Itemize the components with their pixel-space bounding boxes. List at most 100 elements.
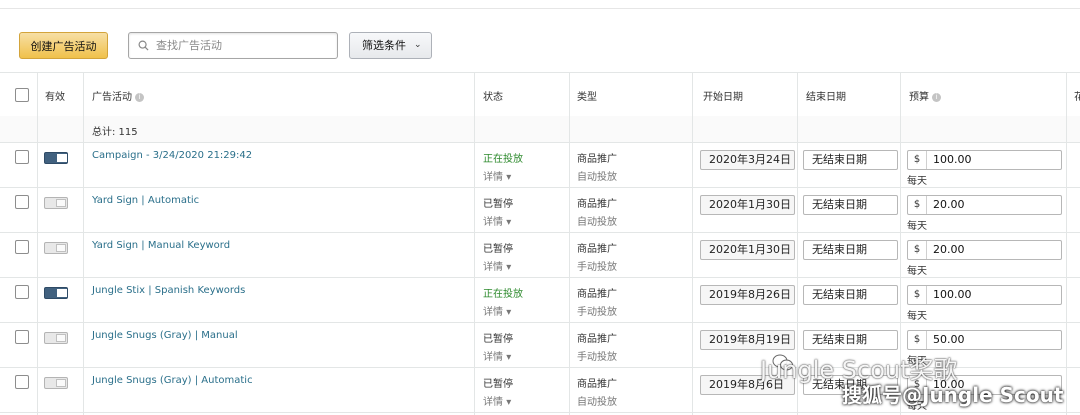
start-date-field[interactable]: 2019年8月19日: [700, 330, 795, 350]
details-dropdown[interactable]: 详情 ▾: [483, 213, 513, 228]
start-date-field[interactable]: 2020年1月30日: [700, 240, 795, 260]
create-campaign-button[interactable]: 创建广告活动: [19, 32, 108, 59]
details-dropdown[interactable]: 详情 ▾: [483, 348, 513, 363]
type-cell: 商品推广 手动投放: [577, 240, 617, 273]
toggle-knob: [56, 379, 66, 387]
filter-label: 筛选条件: [362, 39, 406, 52]
status-cell: 已暂停 详情 ▾: [483, 375, 513, 408]
row-checkbox[interactable]: [15, 285, 29, 299]
campaign-link[interactable]: Yard Sign | Automatic: [92, 195, 199, 206]
end-date-field[interactable]: 无结束日期: [803, 240, 898, 260]
status-cell: 正在投放 详情 ▾: [483, 150, 523, 183]
info-icon[interactable]: i: [932, 93, 941, 102]
toggle-knob: [56, 334, 66, 342]
type-cell: 商品推广 自动投放: [577, 375, 617, 408]
ad-type: 商品推广: [577, 334, 617, 345]
targeting-type: 自动投放: [577, 397, 617, 408]
col-overflow: 花: [1074, 92, 1080, 103]
top-strip: [0, 0, 1080, 9]
col-campaign[interactable]: 广告活动 i: [92, 88, 144, 103]
toggle-knob: [57, 289, 67, 297]
campaign-link[interactable]: Yard Sign | Manual Keyword: [92, 240, 230, 251]
campaign-search-input[interactable]: 查找广告活动: [128, 32, 338, 59]
ad-type: 商品推广: [577, 379, 617, 390]
targeting-type: 手动投放: [577, 352, 617, 363]
status-cell: 已暂停详情 ▾: [483, 330, 513, 363]
caret-down-icon: ▾: [506, 262, 512, 273]
column-divider: [1066, 72, 1067, 415]
currency-symbol: $: [908, 286, 927, 304]
currency-symbol: $: [908, 151, 927, 169]
budget-period: 每天: [907, 176, 927, 187]
select-all-checkbox[interactable]: [15, 88, 29, 102]
toggle-knob: [56, 199, 66, 207]
row-checkbox[interactable]: [15, 195, 29, 209]
toggle-knob: [57, 154, 67, 162]
budget-input[interactable]: $20.00: [907, 240, 1062, 260]
start-date-field[interactable]: 2019年8月26日: [700, 285, 795, 305]
info-icon[interactable]: i: [135, 93, 144, 102]
targeting-type: 手动投放: [577, 307, 617, 318]
table-row: Jungle Stix | Spanish Keywords 正在投放 详情 ▾ 商品…: [0, 277, 1080, 323]
row-checkbox[interactable]: [15, 150, 29, 164]
end-date-field[interactable]: 无结束日期: [803, 195, 898, 215]
budget-input[interactable]: $50.00: [907, 330, 1062, 350]
caret-down-icon: ▾: [506, 397, 512, 408]
details-dropdown[interactable]: 详情 ▾: [483, 303, 523, 318]
budget-input[interactable]: $100.00: [907, 285, 1062, 305]
col-status[interactable]: 状态: [483, 88, 503, 103]
row-checkbox[interactable]: [15, 240, 29, 254]
targeting-type: 手动投放: [577, 262, 617, 273]
budget-amount: 50.00: [933, 333, 965, 346]
campaign-link[interactable]: Jungle Stix | Spanish Keywords: [92, 285, 245, 296]
details-dropdown[interactable]: 详情 ▾: [483, 168, 523, 183]
status-label: 正在投放: [483, 289, 523, 300]
start-date-field[interactable]: 2020年1月30日: [700, 195, 795, 215]
currency-symbol: $: [908, 331, 927, 349]
start-date-field[interactable]: 2020年3月24日: [700, 150, 795, 170]
budget-amount: 20.00: [933, 243, 965, 256]
active-toggle[interactable]: [44, 152, 68, 164]
budget-period: 每天: [907, 266, 927, 277]
status-cell: 已暂停详情 ▾: [483, 195, 513, 228]
caret-down-icon: ▾: [506, 352, 512, 363]
campaign-link[interactable]: Jungle Snugs (Gray) | Manual: [92, 330, 238, 341]
budget-input[interactable]: $100.00: [907, 150, 1062, 170]
table-row: Campaign - 3/24/2020 21:29:42 正在投放 详情 ▾ 商品推…: [0, 142, 1080, 188]
caret-down-icon: ▾: [506, 217, 512, 228]
budget-period: 每天: [907, 311, 927, 322]
status-cell: 已暂停 详情 ▾: [483, 240, 513, 273]
row-checkbox[interactable]: [15, 330, 29, 344]
campaign-link[interactable]: Jungle Snugs (Gray) | Automatic: [92, 375, 253, 386]
col-budget[interactable]: 预算 i: [909, 88, 941, 103]
status-label: 已暂停: [483, 199, 513, 210]
campaign-link[interactable]: Campaign - 3/24/2020 21:29:42: [92, 150, 252, 161]
active-toggle[interactable]: [44, 287, 68, 299]
col-start-date[interactable]: 开始日期: [703, 88, 743, 103]
budget-period: 每天: [907, 221, 927, 232]
end-date-field[interactable]: 无结束日期: [803, 330, 898, 350]
budget-amount: 100.00: [933, 288, 972, 301]
end-date-field[interactable]: 无结束日期: [803, 150, 898, 170]
targeting-type: 自动投放: [577, 172, 617, 183]
ad-type: 商品推广: [577, 199, 617, 210]
end-date-field[interactable]: 无结束日期: [803, 285, 898, 305]
search-icon: [138, 40, 149, 51]
active-toggle[interactable]: [44, 242, 68, 254]
targeting-type: 自动投放: [577, 217, 617, 228]
details-dropdown[interactable]: 详情 ▾: [483, 258, 513, 273]
currency-symbol: $: [908, 241, 927, 259]
filter-dropdown[interactable]: 筛选条件 ⌄: [349, 32, 432, 59]
active-toggle[interactable]: [44, 332, 68, 344]
active-toggle[interactable]: [44, 197, 68, 209]
row-checkbox[interactable]: [15, 375, 29, 389]
budget-input[interactable]: $20.00: [907, 195, 1062, 215]
active-toggle[interactable]: [44, 377, 68, 389]
details-dropdown[interactable]: 详情 ▾: [483, 393, 513, 408]
status-label: 已暂停: [483, 334, 513, 345]
column-divider: [474, 72, 475, 415]
col-type[interactable]: 类型: [577, 88, 597, 103]
col-end-date[interactable]: 结束日期: [806, 88, 846, 103]
ad-type: 商品推广: [577, 154, 617, 165]
column-divider: [569, 72, 570, 415]
